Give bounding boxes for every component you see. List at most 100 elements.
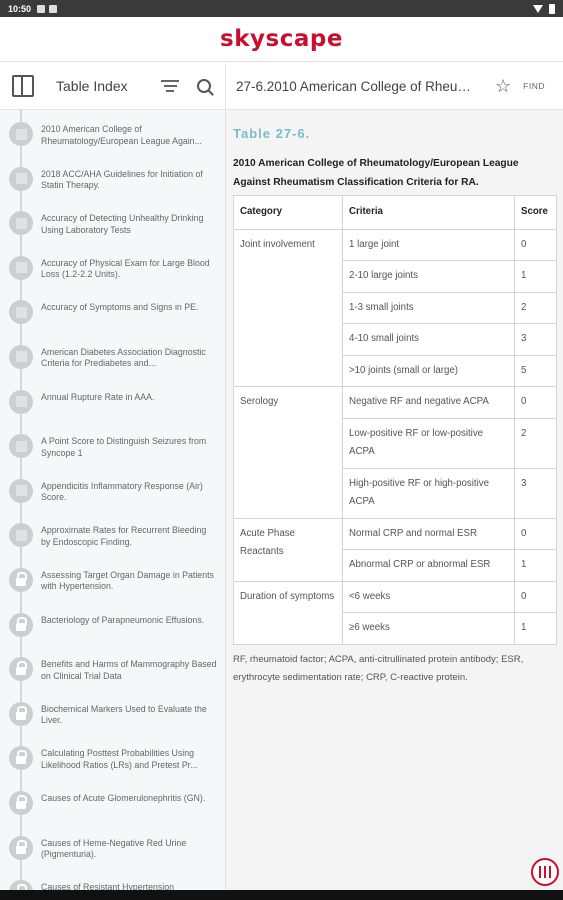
index-item[interactable]: Accuracy of Physical Exam for Large Bloo… bbox=[0, 252, 225, 297]
table-row: Serology Negative RF and negative ACPA 0 bbox=[233, 386, 557, 519]
category-cell: Serology bbox=[233, 386, 343, 519]
table-icon bbox=[9, 211, 33, 236]
table-footnote: RF, rheumatoid factor; ACPA, anti-citrul… bbox=[233, 653, 524, 683]
index-item[interactable]: Calculating Posttest Probabilities Using… bbox=[0, 742, 225, 787]
index-item[interactable]: Causes of Heme-Negative Red Urine (Pigme… bbox=[0, 832, 225, 877]
index-item[interactable]: Benefits and Harms of Mammography Based … bbox=[0, 653, 225, 698]
lock-icon bbox=[9, 790, 33, 815]
index-item-label: American Diabetes Association Diagnostic… bbox=[41, 346, 206, 369]
category-cell: Joint involvement bbox=[233, 228, 343, 387]
status-bar: 10:50 bbox=[0, 0, 563, 17]
index-item-label: Causes of Acute Glomerulonephritis (GN). bbox=[41, 792, 206, 803]
index-item[interactable]: Approximate Rates for Recurrent Bleeding… bbox=[0, 519, 225, 564]
index-list: 2010 American College of Rheumatology/Eu… bbox=[0, 110, 225, 890]
index-item[interactable]: Bacteriology of Parapneumonic Effusions. bbox=[0, 609, 225, 654]
index-item-label: Bacteriology of Parapneumonic Effusions. bbox=[41, 614, 205, 625]
index-item-label: Benefits and Harms of Mammography Based … bbox=[41, 659, 217, 681]
index-item[interactable]: Causes of Acute Glomerulonephritis (GN). bbox=[0, 787, 225, 832]
wifi-icon bbox=[533, 4, 543, 13]
lock-icon bbox=[9, 880, 33, 890]
index-item-label: Calculating Posttest Probabilities Using… bbox=[41, 748, 198, 770]
criteria-cell: 4-10 small joints bbox=[342, 323, 515, 356]
criteria-cell: <6 weeks bbox=[342, 580, 515, 613]
lock-icon bbox=[9, 612, 33, 637]
index-item[interactable]: Annual Rupture Rate in AAA. bbox=[0, 386, 225, 431]
index-item[interactable]: Accuracy of Detecting Unhealthy Drinking… bbox=[0, 207, 225, 252]
calculator-fab-icon[interactable] bbox=[531, 858, 559, 886]
table-index-sidebar: Table Index 2010 American College of Rhe… bbox=[0, 63, 226, 890]
table-icon bbox=[9, 255, 33, 280]
index-item-label: Causes of Resistant Hypertension bbox=[41, 882, 174, 890]
table-body: Joint involvement 1 large joint 0 2-10 larg… bbox=[233, 228, 557, 645]
criteria-cell: Abnormal CRP or abnormal ESR bbox=[342, 549, 515, 582]
lock-icon bbox=[9, 567, 33, 592]
index-item[interactable]: 2018 ACC/AHA Guidelines for Initiation o… bbox=[0, 163, 225, 208]
criteria-cell: 1-3 small joints bbox=[342, 291, 515, 324]
table-icon bbox=[9, 434, 33, 459]
bookmark-star-icon[interactable]: ☆ bbox=[495, 76, 511, 97]
index-item-label: 2010 American College of Rheumatology/Eu… bbox=[41, 124, 202, 146]
index-item-label: Biochemical Markers Used to Evaluate the… bbox=[41, 703, 207, 726]
score-cell: 0 bbox=[514, 580, 557, 613]
table-header-row: Category Criteria Score bbox=[233, 195, 557, 230]
index-item[interactable]: Biochemical Markers Used to Evaluate the… bbox=[0, 698, 225, 743]
status-time: 10:50 bbox=[8, 3, 32, 14]
criteria-cell: 2-10 large joints bbox=[342, 260, 515, 293]
index-item-label: A Point Score to Distinguish Seizures fr… bbox=[41, 436, 207, 458]
index-item-label: Approximate Rates for Recurrent Bleeding… bbox=[41, 525, 207, 547]
index-item[interactable]: 2010 American College of Rheumatology/Eu… bbox=[0, 118, 225, 163]
index-item[interactable]: American Diabetes Association Diagnostic… bbox=[0, 341, 225, 386]
table-caption: 2010 American College of Rheumatology/Eu… bbox=[233, 158, 519, 188]
category-cell: Acute Phase Reactants bbox=[233, 517, 343, 582]
system-nav-bar bbox=[0, 890, 563, 900]
criteria-cell: High-positive RF or high-positive ACPA bbox=[342, 467, 515, 519]
book-icon[interactable] bbox=[12, 75, 34, 97]
table-icon bbox=[9, 166, 33, 191]
category-cell: Duration of symptoms bbox=[233, 580, 343, 645]
score-cell: 0 bbox=[514, 228, 557, 261]
criteria-cell: Negative RF and negative ACPA bbox=[342, 386, 515, 419]
index-item[interactable]: A Point Score to Distinguish Seizures fr… bbox=[0, 430, 225, 475]
notification-icon bbox=[37, 4, 46, 13]
index-item[interactable]: Causes of Resistant Hypertension bbox=[0, 876, 225, 890]
filter-icon[interactable] bbox=[161, 79, 179, 93]
criteria-cell: Low-positive RF or low-positive ACPA bbox=[342, 417, 515, 469]
search-icon[interactable] bbox=[197, 79, 211, 93]
table-icon bbox=[9, 523, 33, 548]
app-header: skyscape bbox=[0, 17, 563, 62]
table-icon bbox=[9, 344, 33, 369]
index-item-label: Accuracy of Physical Exam for Large Bloo… bbox=[41, 257, 210, 280]
table-label: Table 27-6. bbox=[233, 126, 311, 141]
find-button[interactable]: FIND bbox=[523, 81, 545, 91]
index-item-label: Annual Rupture Rate in AAA. bbox=[41, 391, 155, 402]
index-item-label: Assessing Target Organ Damage in Patient… bbox=[41, 569, 214, 592]
table-row: Duration of symptoms <6 weeks 0 bbox=[233, 580, 557, 645]
score-cell: 0 bbox=[514, 386, 557, 419]
table-row: Acute Phase Reactants Normal CRP and norm… bbox=[233, 517, 557, 582]
lock-icon bbox=[9, 746, 33, 771]
criteria-cell: >10 joints (small or large) bbox=[342, 354, 515, 387]
table-icon bbox=[9, 300, 33, 325]
storage-icon bbox=[49, 4, 58, 13]
index-item[interactable]: Assessing Target Organ Damage in Patient… bbox=[0, 564, 225, 609]
criteria-table: Category Criteria Score Joint involvemen… bbox=[233, 195, 557, 645]
table-row: Joint involvement 1 large joint 0 bbox=[233, 228, 557, 387]
score-cell: 2 bbox=[514, 417, 557, 469]
sidebar-title: Table Index bbox=[56, 78, 128, 94]
index-item-label: Accuracy of Detecting Unhealthy Drinking… bbox=[41, 213, 204, 235]
score-cell: 0 bbox=[514, 517, 557, 550]
index-item[interactable]: Accuracy of Symptoms and Signs in PE. bbox=[0, 296, 225, 341]
table-icon bbox=[9, 478, 33, 503]
index-item-label: Appendicitis Inflammatory Response (Air)… bbox=[41, 480, 203, 503]
lock-icon bbox=[9, 701, 33, 726]
score-cell: 3 bbox=[514, 323, 557, 356]
score-cell: 1 bbox=[514, 612, 557, 645]
skyscape-logo: skyscape bbox=[220, 26, 343, 52]
index-item-label: Accuracy of Symptoms and Signs in PE. bbox=[41, 302, 199, 313]
criteria-cell: ≥6 weeks bbox=[342, 612, 515, 645]
battery-icon bbox=[549, 3, 555, 14]
lock-icon bbox=[9, 657, 33, 682]
index-item[interactable]: Appendicitis Inflammatory Response (Air)… bbox=[0, 475, 225, 520]
sidebar-header: Table Index bbox=[0, 63, 225, 110]
criteria-cell: 1 large joint bbox=[342, 228, 515, 261]
